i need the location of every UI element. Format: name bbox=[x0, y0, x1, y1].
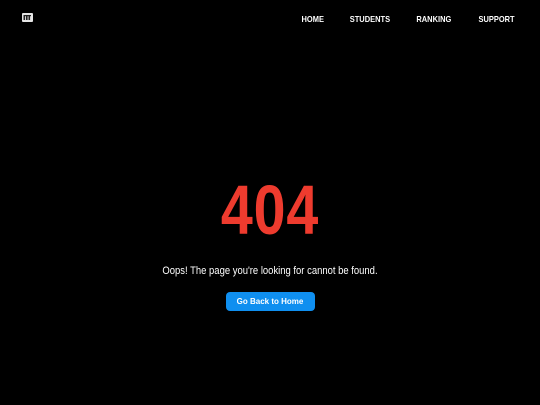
nav-support-link[interactable]: SUPPORT bbox=[478, 14, 514, 24]
go-back-home-button[interactable]: Go Back to Home bbox=[225, 292, 315, 311]
error-message: Oops! The page you're looking for cannot… bbox=[162, 265, 378, 277]
main-nav: HOME STUDENTS RANKING SUPPORT bbox=[300, 14, 517, 24]
nav-ranking-link[interactable]: RANKING bbox=[417, 14, 452, 24]
nav-students-link[interactable]: STUDENTS bbox=[350, 14, 390, 24]
logo-mark bbox=[22, 13, 33, 22]
logo-icon[interactable] bbox=[22, 13, 33, 22]
button-wrapper: Go Back to Home bbox=[0, 292, 540, 311]
header: HOME STUDENTS RANKING SUPPORT bbox=[0, 0, 540, 38]
page: HOME STUDENTS RANKING SUPPORT 404 Oops! … bbox=[0, 0, 540, 405]
nav-home-link[interactable]: HOME bbox=[301, 14, 323, 24]
error-code: 404 bbox=[220, 171, 320, 249]
error-section: 404 Oops! The page you're looking for ca… bbox=[0, 170, 540, 311]
